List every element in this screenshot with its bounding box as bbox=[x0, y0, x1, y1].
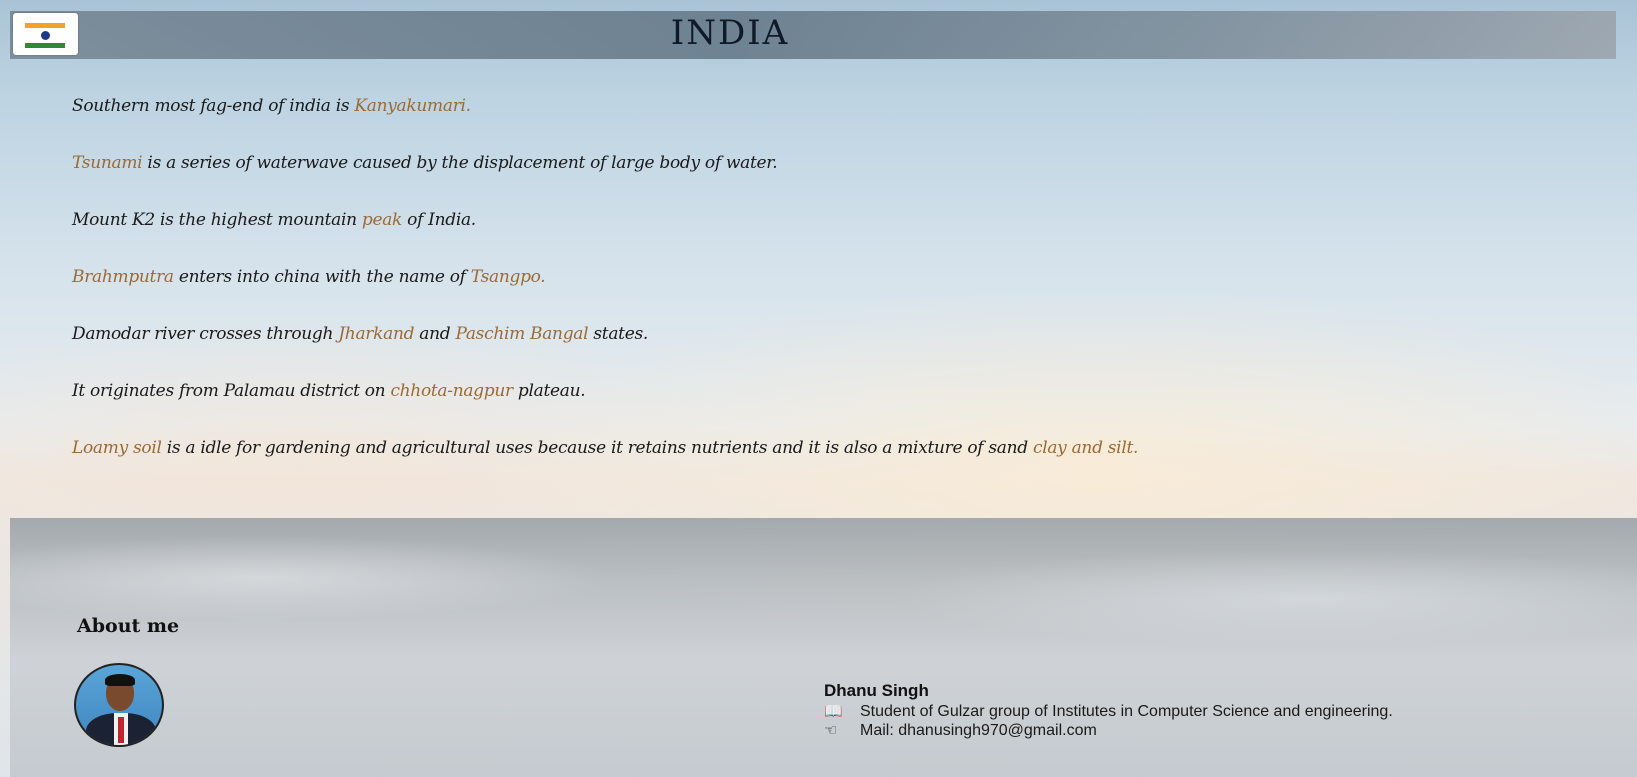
fact-highlight: Tsangpo. bbox=[470, 267, 546, 287]
fact-item: Loamy soil is a idle for gardening and a… bbox=[72, 438, 1138, 458]
fact-highlight: peak bbox=[361, 210, 403, 230]
avatar-tie bbox=[118, 717, 124, 743]
fact-text: Southern most fag-end of india is bbox=[72, 96, 355, 116]
fact-highlight: Brahmputra bbox=[72, 267, 174, 287]
fact-item: Mount K2 is the highest mountain peak of… bbox=[72, 210, 476, 230]
fact-highlight: Paschim Bangal bbox=[455, 324, 589, 344]
fact-highlight: Jharkand bbox=[338, 324, 415, 344]
fact-text: is a series of waterwave caused by the d… bbox=[142, 153, 778, 173]
fact-highlight: clay and silt. bbox=[1032, 438, 1139, 458]
fact-highlight: Loamy soil bbox=[72, 438, 162, 458]
fact-item: Damodar river crosses through Jharkand a… bbox=[72, 324, 648, 344]
education-line: 📖 Student of Gulzar group of Institutes i… bbox=[824, 702, 1393, 721]
avatar-hair bbox=[105, 674, 135, 686]
profile-name: Dhanu Singh bbox=[824, 681, 929, 700]
page-title: INDIA bbox=[670, 13, 790, 53]
about-heading: About me bbox=[77, 615, 180, 637]
hand-pointing-icon: ☜ bbox=[824, 721, 838, 739]
fact-item: Tsunami is a series of waterwave caused … bbox=[72, 153, 778, 173]
fact-item: It originates from Palamau district on c… bbox=[72, 381, 586, 401]
fact-highlight: chhota-nagpur bbox=[390, 381, 513, 401]
avatar bbox=[74, 663, 164, 747]
fact-text: of India. bbox=[402, 210, 476, 230]
fact-item: Brahmputra enters into china with the na… bbox=[72, 267, 546, 287]
mail-line: ☜ Mail: dhanusingh970@gmail.com bbox=[824, 721, 1097, 740]
fact-text: plateau. bbox=[512, 381, 586, 401]
fact-text: is a idle for gardening and agricultural… bbox=[161, 438, 1033, 458]
mail-link[interactable]: Mail: dhanusingh970@gmail.com bbox=[860, 722, 1097, 739]
fact-text: Damodar river crosses through bbox=[72, 324, 339, 344]
fact-text: and bbox=[414, 324, 456, 344]
fact-text: It originates from Palamau district on bbox=[72, 381, 391, 401]
fact-item: Southern most fag-end of india is Kanyak… bbox=[72, 96, 471, 116]
fact-text: enters into china with the name of bbox=[173, 267, 471, 287]
education-text: Student of Gulzar group of Institutes in… bbox=[860, 703, 1393, 720]
fact-highlight: Kanyakumari. bbox=[354, 96, 471, 116]
fact-text: states. bbox=[588, 324, 648, 344]
book-icon: 📖 bbox=[824, 702, 843, 720]
fact-text: Mount K2 is the highest mountain bbox=[72, 210, 362, 230]
fact-highlight: Tsunami bbox=[72, 153, 143, 173]
